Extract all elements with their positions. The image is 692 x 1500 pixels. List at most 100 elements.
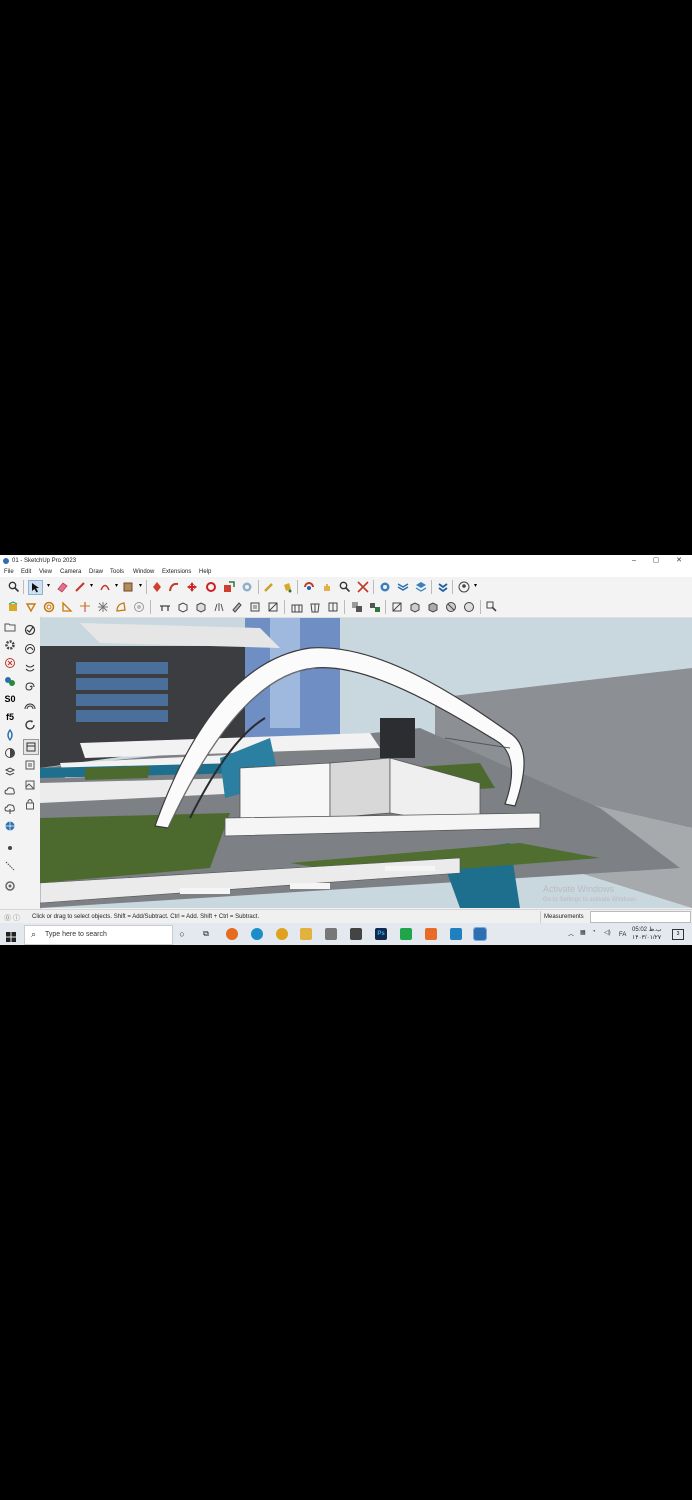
push-pull-icon[interactable] (150, 580, 163, 593)
groups-icon[interactable] (368, 600, 381, 613)
tray-language[interactable]: FA (619, 932, 626, 938)
green-app-icon[interactable] (400, 928, 412, 940)
rotate-icon[interactable] (204, 580, 217, 593)
sketchup-taskbar-icon[interactable] (473, 927, 487, 941)
select-arrow-icon[interactable] (28, 580, 43, 595)
3d-text-icon[interactable] (132, 600, 145, 613)
menu-window[interactable]: Window (133, 568, 154, 576)
close-circle-icon[interactable] (3, 656, 17, 670)
dot-icon[interactable] (3, 841, 17, 855)
lock-icon[interactable] (23, 797, 37, 811)
contrast-icon[interactable] (3, 746, 17, 760)
pan-hand-icon[interactable] (320, 580, 333, 593)
photoshop-icon[interactable]: Ps (375, 928, 387, 940)
monochrome-icon[interactable] (266, 600, 279, 613)
flow-icon[interactable] (23, 661, 37, 675)
drop-icon[interactable] (3, 728, 17, 742)
outliner-icon[interactable] (390, 600, 403, 613)
mail-icon[interactable] (350, 928, 362, 940)
layers-stack-icon[interactable] (3, 764, 17, 778)
hidden-line-icon[interactable] (230, 600, 243, 613)
wireframe-icon[interactable] (212, 600, 225, 613)
section-star-icon[interactable] (96, 600, 109, 613)
image-panel-icon[interactable] (23, 778, 37, 792)
paint-bucket-icon[interactable] (280, 580, 293, 593)
s0-plugin-icon[interactable]: S0 (3, 692, 17, 706)
tape-measure-icon[interactable] (262, 580, 275, 593)
rectangle-icon[interactable] (121, 580, 134, 593)
close-button[interactable]: ✕ (669, 556, 689, 566)
edge-icon[interactable] (251, 928, 263, 940)
windows-logo-icon[interactable] (6, 929, 16, 942)
iso-view-icon[interactable] (290, 600, 303, 613)
menu-file[interactable]: File (4, 568, 14, 576)
menu-tools[interactable]: Tools (110, 568, 124, 576)
task-view-icon[interactable]: ⧉ (200, 928, 212, 940)
settings-cog-icon[interactable] (3, 879, 17, 893)
file-explorer-icon[interactable] (300, 928, 312, 940)
color-balls-icon[interactable] (3, 674, 17, 688)
dimension-icon[interactable] (3, 859, 17, 873)
cloud-upload-icon[interactable] (3, 802, 17, 816)
chevron-down-icon[interactable]: ▾ (469, 580, 482, 593)
walk-icon[interactable] (485, 600, 498, 613)
axes-icon[interactable] (78, 600, 91, 613)
status-info-icon[interactable]: ⓪ ⓘ (4, 913, 20, 923)
eraser-icon[interactable] (55, 580, 68, 593)
rainbow-icon[interactable] (23, 699, 37, 713)
cortana-circle-icon[interactable]: ○ (176, 928, 188, 940)
menu-extensions[interactable]: Extensions (162, 568, 191, 576)
layout-icon[interactable] (414, 580, 427, 593)
firefox-icon[interactable] (226, 928, 238, 940)
materials-icon[interactable] (408, 600, 421, 613)
spiral-icon[interactable] (23, 680, 37, 694)
model-viewport[interactable]: Activate Windows Go to Settings to activ… (40, 618, 692, 908)
menu-draw[interactable]: Draw (89, 568, 103, 576)
menu-camera[interactable]: Camera (60, 568, 81, 576)
sandbox-icon[interactable] (24, 600, 37, 613)
top-view-icon[interactable] (308, 600, 321, 613)
chevron-down-icon[interactable]: ▾ (42, 580, 55, 593)
chevron-down-icon[interactable]: ▾ (85, 580, 98, 593)
menu-help[interactable]: Help (199, 568, 211, 576)
refresh-icon[interactable] (23, 718, 37, 732)
menu-edit[interactable]: Edit (21, 568, 31, 576)
gear-icon[interactable] (3, 638, 17, 652)
circle-tool-icon[interactable] (42, 600, 55, 613)
3d-warehouse-icon[interactable] (378, 580, 391, 593)
cloud-icon[interactable] (3, 784, 17, 798)
store-icon[interactable] (325, 928, 337, 940)
offset-icon[interactable] (240, 580, 253, 593)
camera-orbit-icon[interactable] (23, 642, 37, 656)
taskbar-clock[interactable]: 05:02 ب.ظ ۱۴۰۳/۰۱/۲۷ (632, 926, 662, 942)
shadows-icon[interactable] (444, 600, 457, 613)
front-view-icon[interactable] (326, 600, 339, 613)
minimize-button[interactable]: – (624, 556, 644, 566)
protractor-icon[interactable] (60, 600, 73, 613)
tray-chevron-up-icon[interactable]: ︿ (568, 929, 574, 938)
move-icon[interactable] (185, 580, 198, 593)
notification-icon[interactable]: 3 (672, 929, 684, 940)
f5-plugin-icon[interactable]: f5 (3, 710, 17, 724)
menu-view[interactable]: View (39, 568, 52, 576)
text-tool-icon[interactable] (114, 600, 127, 613)
chrome-icon[interactable] (276, 928, 288, 940)
measurements-input[interactable] (590, 911, 691, 923)
extension-manager-icon[interactable] (436, 580, 449, 593)
tray-volume-icon[interactable]: ◁) (604, 929, 611, 936)
orange-app-icon[interactable] (425, 928, 437, 940)
list-panel-icon[interactable] (23, 758, 37, 772)
zoom-extents-icon[interactable] (356, 580, 369, 593)
check-circle-icon[interactable] (23, 623, 37, 637)
back-edges-cube-icon[interactable] (194, 600, 207, 613)
model-info-icon[interactable] (6, 600, 19, 613)
scale-icon[interactable] (222, 580, 235, 593)
zoom-icon[interactable] (7, 580, 20, 593)
folder-open-icon[interactable] (3, 620, 17, 634)
panel-icon[interactable] (23, 739, 39, 755)
components-icon[interactable] (350, 600, 363, 613)
orbit-icon[interactable] (302, 580, 315, 593)
follow-me-icon[interactable] (167, 580, 180, 593)
taskbar-search-input[interactable]: ⌕ Type here to search (24, 925, 173, 945)
extension-warehouse-icon[interactable] (396, 580, 409, 593)
